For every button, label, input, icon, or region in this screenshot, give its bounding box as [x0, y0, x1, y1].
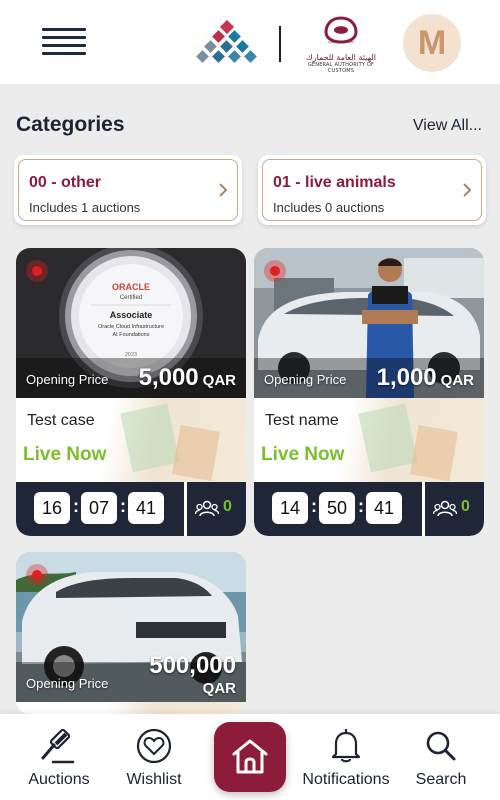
auction-info: Test case Live Now [16, 398, 246, 482]
opening-price-label: Opening Price [264, 372, 347, 387]
badge-sub: Certified [120, 295, 142, 301]
search-icon [426, 731, 456, 761]
price-value: 1,000 [376, 364, 437, 391]
customs-small-label: QATAR CUSTOMS [328, 40, 354, 44]
chevron-right-icon [219, 183, 228, 197]
chevron-right-icon [463, 183, 472, 197]
heart-icon [136, 728, 172, 764]
nav-label: Notifications [302, 771, 390, 788]
auction-image-man-with-car: Opening Price 1,000 QAR [254, 248, 484, 398]
opening-price: 1,000 QAR [377, 364, 474, 392]
badge-line1: Oracle Cloud Infrastructure [98, 324, 164, 330]
home-icon [232, 739, 268, 774]
nav-notifications[interactable]: Notifications [296, 714, 396, 800]
live-indicator-icon [264, 260, 286, 282]
auction-title: Test name [265, 412, 339, 429]
customs-logo: QATAR CUSTOMS الهيئة العامة للجمارك GENE… [296, 16, 386, 74]
price-currency: QAR [440, 372, 474, 389]
live-indicator-icon [26, 260, 48, 282]
countdown-timer: 14 : 50 : 41 [254, 482, 422, 536]
category-card-other[interactable]: 00 - other Includes 1 auctions [14, 155, 242, 225]
category-count: Includes 1 auctions [29, 200, 141, 215]
price-value: 5,000 [138, 364, 199, 391]
category-card-live-animals[interactable]: 01 - live animals Includes 0 auctions [258, 155, 486, 225]
auction-footer: 14 : 50 : 41 0 [254, 482, 484, 536]
users-icon [433, 500, 457, 517]
view-all-link[interactable]: View All... [413, 117, 482, 135]
customs-arabic-name: الهيئة العامة للجمارك [306, 53, 376, 62]
logo-divider [279, 26, 281, 62]
auction-card[interactable]: ORACLE Certified Associate Oracle Cloud … [16, 248, 246, 536]
timer-seconds: 41 [366, 492, 402, 524]
auction-card[interactable]: Opening Price 1,000 QAR Test name Live No… [254, 248, 484, 536]
auction-footer: 16 : 07 : 41 0 [16, 482, 246, 536]
price-value: 500,000 [149, 652, 236, 679]
menu-icon[interactable] [42, 28, 86, 55]
nav-search[interactable]: Search [406, 714, 476, 800]
nav-wishlist[interactable]: Wishlist [116, 714, 192, 800]
auction-title: Test case [27, 412, 95, 429]
bidders-number: 0 [223, 498, 232, 515]
auction-image-oracle-badge: ORACLE Certified Associate Oracle Cloud … [16, 248, 246, 398]
nav-label: Search [415, 771, 467, 788]
auction-info [16, 702, 246, 714]
auction-info: Test name Live Now [254, 398, 484, 482]
users-icon [195, 500, 219, 517]
customs-emblem-icon: QATAR CUSTOMS [324, 16, 358, 44]
timer-minutes: 50 [319, 492, 355, 524]
bidders-count: 0 [425, 482, 484, 536]
badge-line2: AI Foundations [113, 332, 150, 338]
category-count: Includes 0 auctions [273, 200, 385, 215]
category-name: 01 - live animals [273, 174, 396, 191]
timer-hours: 14 [272, 492, 308, 524]
bidders-count: 0 [187, 482, 246, 536]
badge-year: 2023 [125, 352, 137, 358]
live-status: Live Now [23, 444, 107, 465]
bell-icon [331, 729, 361, 763]
nav-auctions[interactable]: Auctions [18, 714, 100, 800]
auction-card[interactable]: Opening Price 500,000 QAR [16, 552, 246, 714]
gavel-icon [41, 728, 75, 764]
auction-image-white-suv: Opening Price 500,000 QAR [16, 552, 246, 702]
price-currency: QAR [202, 680, 236, 697]
nav-label: Auctions [28, 771, 90, 788]
bidders-number: 0 [461, 498, 470, 515]
badge-brand: ORACLE [112, 282, 150, 292]
customs-english-name: GENERAL AUTHORITY OF CUSTOMS [307, 62, 375, 74]
nav-home-button[interactable] [214, 722, 286, 792]
opening-price-label: Opening Price [26, 676, 109, 691]
section-title: Categories [16, 113, 125, 136]
timer-seconds: 41 [128, 492, 164, 524]
avatar[interactable]: M [403, 14, 461, 72]
price-currency: QAR [202, 372, 236, 389]
countdown-timer: 16 : 07 : 41 [16, 482, 184, 536]
timer-hours: 16 [34, 492, 70, 524]
app-header: QATAR CUSTOMS الهيئة العامة للجمارك GENE… [0, 0, 500, 84]
opening-price-label: Opening Price [26, 372, 109, 387]
opening-price: 500,000 QAR [149, 652, 236, 697]
live-status: Live Now [261, 444, 345, 465]
live-indicator-icon [26, 564, 48, 586]
nav-label: Wishlist [126, 771, 182, 788]
timer-minutes: 07 [81, 492, 117, 524]
category-name: 00 - other [29, 174, 102, 191]
opening-price: 5,000 QAR [139, 364, 236, 392]
app-logo [196, 20, 257, 63]
badge-level: Associate [110, 310, 153, 320]
